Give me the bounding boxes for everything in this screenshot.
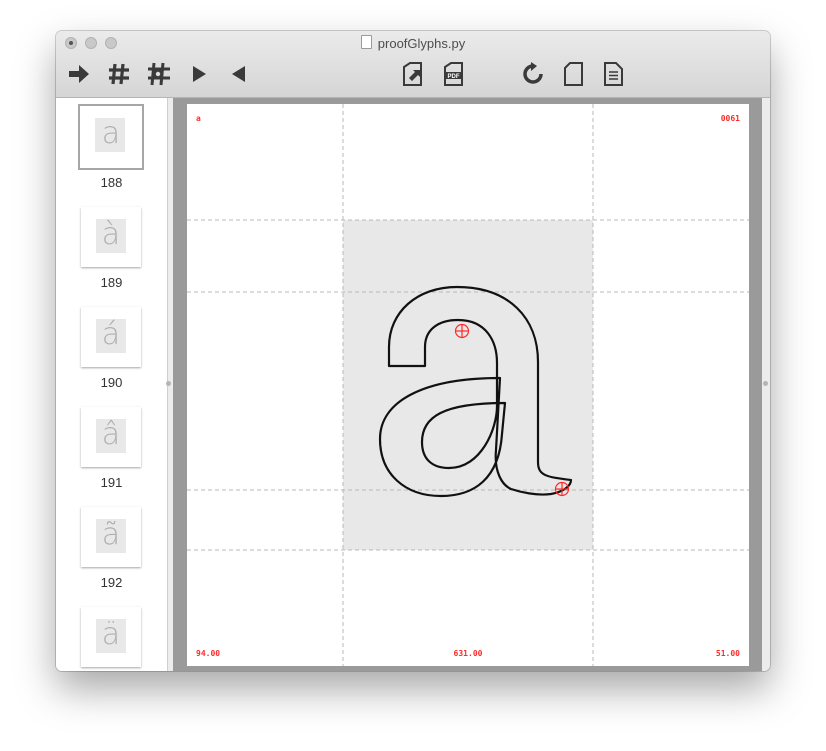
page-thumbnail[interactable]: á	[81, 307, 141, 367]
unicode-label: 0061	[720, 114, 740, 123]
page-number: 191	[100, 475, 123, 490]
thumbnail-glyph: ã	[101, 517, 121, 552]
title-bar: proofGlyphs.py PDF	[56, 31, 770, 98]
app-window: proofGlyphs.py PDF a 188 à 189 á 190 â 1…	[56, 31, 770, 671]
refresh-icon	[523, 62, 543, 84]
play-back-icon	[232, 66, 245, 82]
page-thumbnail[interactable]: a	[78, 104, 144, 170]
previous-page-button[interactable]	[224, 60, 254, 88]
page-thumbnail[interactable]: ä	[81, 607, 141, 667]
right-margin-label: 51.00	[715, 649, 740, 658]
refresh-button[interactable]	[518, 60, 548, 88]
text-document-icon	[604, 62, 623, 86]
hash-icon	[109, 63, 129, 85]
pdf-viewer[interactable]: a 0061 94.00 631.00 51.00	[173, 98, 762, 671]
end-point-marker	[554, 481, 570, 497]
window-title: proofGlyphs.py	[56, 35, 770, 51]
save-pdf-button[interactable]: PDF	[438, 60, 468, 88]
thumbnail-glyph: ä	[101, 617, 121, 652]
glyph-bounds-box	[343, 220, 593, 550]
grid-toggle-button[interactable]	[104, 60, 134, 88]
next-page-button[interactable]	[184, 60, 214, 88]
thumbnail-glyph: á	[101, 317, 121, 352]
right-splitter-handle[interactable]	[763, 381, 768, 386]
right-panel-edge	[762, 98, 770, 671]
thumbnail-glyph: â	[101, 417, 121, 452]
page-thumbnail[interactable]: â	[81, 407, 141, 467]
thumbnail-glyph: à	[101, 217, 121, 252]
page-number: 188	[100, 175, 123, 190]
new-page-button[interactable]	[558, 60, 588, 88]
glyph-name-label: a	[196, 114, 201, 123]
proof-page: a 0061 94.00 631.00 51.00	[187, 104, 749, 666]
grid-settings-button[interactable]	[144, 60, 174, 88]
advance-width-label: 631.00	[453, 649, 483, 658]
document-button[interactable]	[598, 60, 628, 88]
export-document-icon	[403, 62, 422, 86]
arrow-right-icon	[69, 65, 89, 83]
glyph-proof-canvas	[187, 104, 749, 666]
grid-settings-icon	[148, 62, 170, 86]
sidebar-splitter-handle[interactable]	[166, 381, 171, 386]
pdf-icon: PDF	[444, 62, 463, 86]
thumbnail-glyph: a	[101, 116, 121, 151]
page-icon	[564, 62, 583, 86]
page-thumbnail[interactable]: ã	[81, 507, 141, 567]
svg-text:PDF: PDF	[448, 74, 460, 80]
document-icon	[360, 35, 372, 49]
page-thumbnail-sidebar[interactable]: a 188 à 189 á 190 â 191 ã 192 ä	[56, 98, 168, 671]
page-number: 192	[100, 575, 123, 590]
page-thumbnail[interactable]: à	[81, 207, 141, 267]
start-point-marker	[454, 323, 470, 339]
play-icon	[193, 66, 206, 82]
page-number: 190	[100, 375, 123, 390]
page-number: 189	[100, 275, 123, 290]
export-button[interactable]	[397, 60, 427, 88]
run-script-button[interactable]	[64, 60, 94, 88]
